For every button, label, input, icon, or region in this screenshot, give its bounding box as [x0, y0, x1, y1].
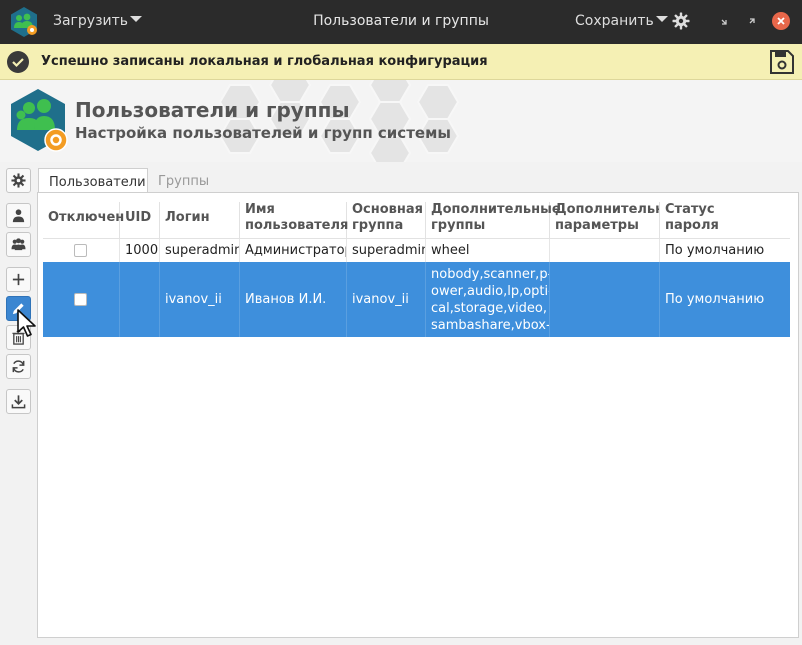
floppy-disk-icon[interactable]	[769, 49, 795, 75]
chevron-down-icon	[130, 16, 143, 22]
cell-password-status: По умолчанию	[665, 292, 765, 307]
close-icon	[777, 17, 785, 25]
user-icon	[12, 209, 25, 223]
extra-groups-line: cal,storage,video,	[431, 301, 548, 316]
success-notice-bar: Успешно записаны локальная и глобальная …	[0, 44, 802, 80]
cell-primary-group: ivanov_ii	[347, 262, 426, 337]
column-header-extra-params[interactable]: Дополнительны параметры	[550, 202, 660, 238]
column-header-username[interactable]: Имя пользователя	[240, 202, 349, 238]
mouse-pointer-icon	[17, 309, 36, 337]
extra-groups-line: nobody,scanner,p-	[431, 267, 550, 282]
download-button[interactable]	[6, 389, 31, 414]
column-header-login[interactable]: Логин	[160, 202, 240, 238]
column-header-label: Основная	[352, 202, 423, 217]
tab-users[interactable]: Пользователи	[38, 168, 148, 193]
column-header-label: Отключен	[48, 210, 125, 225]
table-header: Отключен UID Логин Имя пользователя Осно…	[43, 202, 790, 238]
chevron-down-icon	[655, 16, 668, 22]
save-menu-label: Сохранить	[575, 13, 654, 29]
page-title: Пользователи и группы	[75, 98, 350, 122]
cell-extra-groups: wheel	[426, 239, 550, 262]
column-header-label: Дополнительны	[555, 202, 659, 217]
column-header-extra-groups[interactable]: Дополнительные группы	[426, 202, 561, 238]
load-menu-label: Загрузить	[53, 13, 129, 29]
add-button[interactable]	[6, 267, 31, 292]
maximize-icon[interactable]	[745, 14, 759, 28]
close-button[interactable]	[772, 12, 790, 30]
check-circle-icon	[7, 51, 29, 73]
cell-password-status: По умолчанию	[665, 243, 765, 258]
column-header-label: группа	[352, 218, 404, 233]
column-header-primary-group[interactable]: Основная группа	[347, 202, 426, 238]
cell-login: superadmin	[160, 239, 240, 262]
cell-username: Администратор	[240, 239, 347, 262]
users-group-icon	[11, 238, 26, 251]
cell-extra-groups: nobody,scanner,p- ower,audio,lp,opti- ca…	[426, 262, 550, 337]
app-users-icon	[11, 7, 37, 37]
column-header-label: Логин	[165, 210, 210, 225]
plus-icon	[12, 273, 25, 286]
column-header-label: UID	[125, 210, 152, 225]
cell-uid: 1000	[120, 239, 160, 262]
cell-extra-params	[550, 239, 660, 262]
table-row-selected[interactable]: ivanov_ii Иванов И.И. ivanov_ii nobody,s…	[43, 262, 790, 337]
window-titlebar: Загрузить Пользователи и группы Сохранит…	[0, 0, 802, 44]
column-header-label: Имя	[245, 202, 275, 217]
gear-icon	[11, 173, 26, 188]
column-header-label: пользователя	[245, 218, 349, 233]
groups-button[interactable]	[6, 232, 31, 257]
disabled-checkbox[interactable]	[74, 244, 87, 257]
table-row[interactable]: 1000 superadmin Администратор superadmin…	[43, 238, 790, 262]
cell-disabled	[43, 239, 120, 262]
column-header-password-status[interactable]: Статус пароля	[660, 202, 790, 238]
save-menu-button[interactable]: Сохранить	[575, 13, 668, 29]
extra-groups-line: ower,audio,lp,opti-	[431, 284, 550, 299]
page-subtitle: Настройка пользователей и групп системы	[75, 124, 451, 142]
cell-extra-params	[550, 262, 660, 337]
cell-login: ivanov_ii	[160, 262, 240, 337]
refresh-button[interactable]	[6, 354, 31, 379]
column-header-uid[interactable]: UID	[120, 202, 160, 238]
column-header-label: Статус	[665, 202, 715, 217]
column-header-label: группы	[431, 218, 486, 233]
cell-disabled	[43, 262, 120, 337]
notice-message: Успешно записаны локальная и глобальная …	[41, 54, 488, 69]
page-header: Пользователи и группы Настройка пользова…	[0, 80, 802, 162]
download-icon	[11, 395, 26, 409]
cell-username: Иванов И.И.	[240, 262, 347, 337]
refresh-icon	[12, 360, 25, 373]
cell-uid	[120, 262, 160, 337]
load-menu-button[interactable]: Загрузить	[53, 13, 143, 29]
column-header-disabled[interactable]: Отключен	[43, 202, 124, 238]
left-toolbar	[0, 162, 36, 645]
user-button[interactable]	[6, 203, 31, 228]
settings-gear-icon[interactable]	[672, 12, 690, 30]
users-groups-app-icon	[11, 89, 68, 152]
column-header-label: параметры	[555, 218, 639, 233]
minimize-icon[interactable]	[717, 14, 731, 28]
cell-primary-group: superadmin	[347, 239, 426, 262]
column-header-label: пароля	[665, 218, 719, 233]
disabled-checkbox[interactable]	[74, 293, 87, 306]
column-header-label: Дополнительные	[431, 202, 561, 217]
tab-groups[interactable]: Группы	[148, 168, 228, 193]
settings-button[interactable]	[6, 168, 31, 193]
extra-groups-line: sambashare,vbox-	[431, 318, 550, 333]
